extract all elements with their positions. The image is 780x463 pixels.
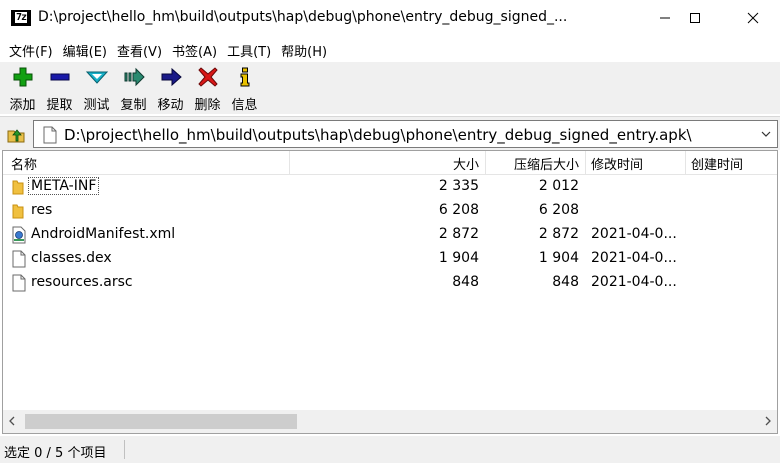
status-bar: 选定 0 / 5 个项目 [0, 436, 780, 463]
scrollbar-thumb[interactable] [25, 414, 297, 429]
menu-edit[interactable]: 编辑(E) [58, 41, 112, 60]
test-button[interactable]: 测试 [78, 62, 115, 114]
document-icon [43, 126, 57, 144]
move-label: 移动 [157, 98, 184, 113]
file-size: 2 335 [438, 178, 479, 194]
file-packed-size: 2 872 [538, 226, 579, 242]
xml-file-icon [12, 226, 26, 244]
horizontal-scrollbar[interactable] [3, 410, 777, 433]
column-separator[interactable] [585, 151, 586, 175]
test-label: 测试 [83, 98, 110, 113]
close-button[interactable] [730, 0, 776, 36]
copy-label: 复制 [120, 98, 147, 113]
column-modified[interactable]: 修改时间 [591, 154, 643, 173]
delete-button[interactable]: 删除 [189, 62, 226, 114]
minimize-icon [660, 17, 670, 19]
file-modified: 2021-04-0... [591, 250, 677, 266]
scroll-right-icon[interactable] [763, 415, 773, 427]
menu-help[interactable]: 帮助(H) [276, 41, 332, 60]
file-name: resources.arsc [31, 274, 133, 290]
move-arrow-icon [161, 67, 182, 87]
check-icon [85, 71, 108, 84]
app-icon: 7z [11, 10, 31, 26]
column-separator[interactable] [685, 151, 686, 175]
folder-icon [12, 204, 24, 219]
title-bar: 7z D:\project\hello_hm\build\outputs\hap… [0, 0, 780, 36]
list-item[interactable]: resources.arsc 848 848 2021-04-0... [3, 271, 777, 295]
add-button[interactable]: 添加 [4, 62, 41, 114]
address-bar: D:\project\hello_hm\build\outputs\hap\de… [0, 116, 780, 150]
file-name: META-INF [27, 177, 100, 195]
info-label: 信息 [231, 98, 258, 113]
column-created[interactable]: 创建时间 [691, 154, 743, 173]
file-packed-size: 2 012 [538, 178, 579, 194]
extract-label: 提取 [46, 98, 73, 113]
info-icon [240, 67, 249, 87]
toolbar: 添加 提取 测试 复制 移动 删除 信息 [0, 62, 780, 114]
column-name[interactable]: 名称 [11, 154, 37, 173]
scroll-left-icon[interactable] [7, 415, 17, 427]
copy-button[interactable]: 复制 [115, 62, 152, 114]
file-icon [12, 250, 26, 268]
extract-button[interactable]: 提取 [41, 62, 78, 114]
up-folder-icon [7, 129, 25, 143]
chevron-down-icon[interactable] [761, 130, 771, 138]
list-rows: META-INF 2 335 2 012 res 6 208 6 208 And… [3, 175, 777, 295]
file-name: res [31, 202, 53, 218]
file-modified: 2021-04-0... [591, 274, 677, 290]
maximize-icon [690, 13, 700, 23]
column-size[interactable]: 大小 [453, 154, 479, 173]
file-name: AndroidManifest.xml [31, 226, 176, 242]
menu-tools[interactable]: 工具(T) [222, 41, 276, 60]
add-label: 添加 [9, 98, 36, 113]
list-item[interactable]: res 6 208 6 208 [3, 199, 777, 223]
file-icon [12, 274, 26, 292]
list-item[interactable]: META-INF 2 335 2 012 [3, 175, 777, 199]
file-packed-size: 1 904 [538, 250, 579, 266]
menu-view[interactable]: 查看(V) [112, 41, 167, 60]
file-packed-size: 6 208 [538, 202, 579, 218]
list-item[interactable]: AndroidManifest.xml 2 872 2 872 2021-04-… [3, 223, 777, 247]
folder-icon [12, 180, 24, 195]
up-folder-button[interactable] [5, 123, 27, 145]
file-size: 2 872 [438, 226, 479, 242]
file-name: classes.dex [31, 250, 112, 266]
list-header: 名称 大小 压缩后大小 修改时间 创建时间 [3, 151, 777, 175]
menu-bookmarks[interactable]: 书签(A) [167, 41, 222, 60]
list-item[interactable]: classes.dex 1 904 1 904 2021-04-0... [3, 247, 777, 271]
delete-label: 删除 [194, 98, 221, 113]
file-size: 1 904 [438, 250, 479, 266]
info-button[interactable]: 信息 [226, 62, 263, 114]
menu-file[interactable]: 文件(F) [4, 41, 58, 60]
file-size: 6 208 [438, 202, 479, 218]
move-button[interactable]: 移动 [152, 62, 189, 114]
column-separator[interactable] [289, 151, 290, 175]
file-list[interactable]: 名称 大小 压缩后大小 修改时间 创建时间 META-INF 2 335 2 0… [2, 150, 778, 434]
plus-icon [13, 67, 32, 87]
file-modified: 2021-04-0... [591, 226, 677, 242]
copy-arrow-icon [124, 67, 145, 87]
maximize-button[interactable] [672, 0, 718, 36]
path-text: D:\project\hello_hm\build\outputs\hap\de… [64, 126, 692, 144]
selection-status: 选定 0 / 5 个项目 [4, 446, 107, 461]
path-input[interactable]: D:\project\hello_hm\build\outputs\hap\de… [33, 120, 778, 148]
file-size: 848 [452, 274, 479, 290]
column-packed-size[interactable]: 压缩后大小 [514, 154, 579, 173]
file-packed-size: 848 [552, 274, 579, 290]
window-title: D:\project\hello_hm\build\outputs\hap\de… [38, 9, 568, 25]
app-icon-text: 7z [14, 12, 27, 23]
menu-bar: 文件(F) 编辑(E) 查看(V) 书签(A) 工具(T) 帮助(H) [0, 38, 780, 62]
minus-icon [50, 73, 69, 81]
delete-x-icon [197, 67, 218, 87]
status-divider [124, 440, 125, 459]
column-separator[interactable] [485, 151, 486, 175]
close-icon [747, 12, 759, 24]
